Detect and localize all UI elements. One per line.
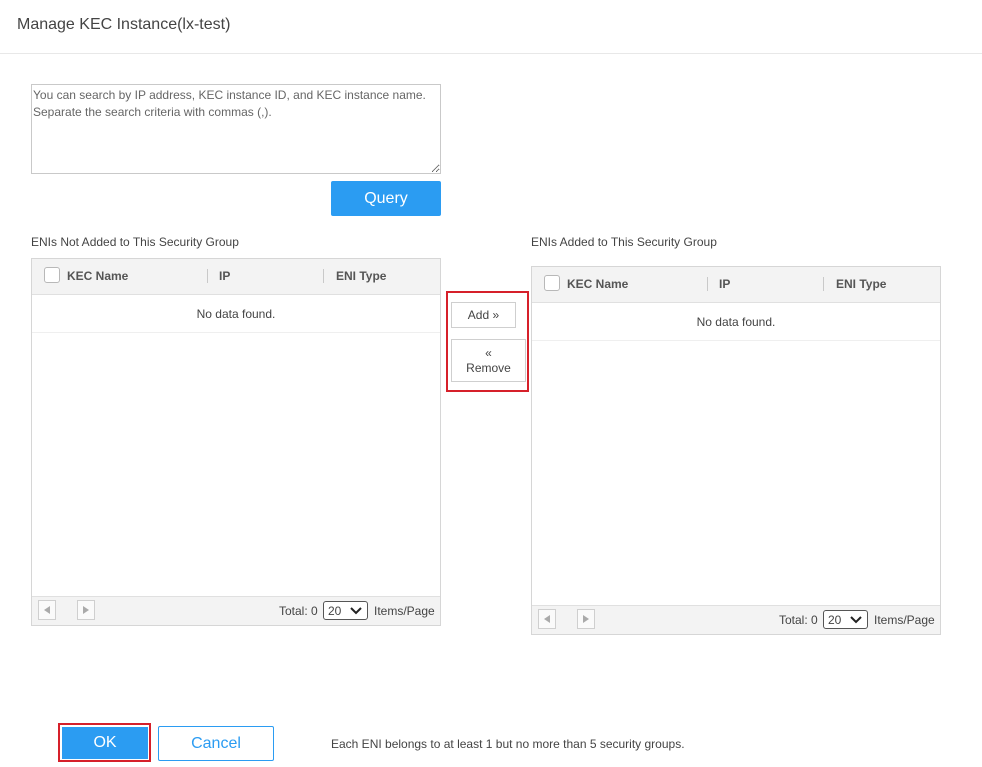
column-separator [823,277,824,291]
right-eni-table: KEC Name IP ENI Type No data found. Tota… [531,266,941,635]
add-button[interactable]: Add » [451,302,516,328]
remove-button[interactable]: « Remove [451,339,526,382]
column-separator [707,277,708,291]
column-ip[interactable]: IP [219,269,230,283]
triangle-right-icon [83,606,89,614]
chevron-down-icon [350,607,362,615]
query-button[interactable]: Query [331,181,441,216]
items-per-page-label: Items/Page [874,613,935,627]
column-separator [207,269,208,283]
search-input[interactable] [31,84,441,174]
dialog-title: Manage KEC Instance(lx-test) [17,16,231,33]
page-size-value: 20 [328,603,342,618]
total-count: Total: 0 [779,613,818,627]
column-eni-type[interactable]: ENI Type [836,277,886,291]
next-page-button[interactable] [77,600,95,620]
table-header: KEC Name IP ENI Type [32,259,440,295]
column-ip[interactable]: IP [719,277,730,291]
select-all-checkbox[interactable] [544,275,560,291]
select-all-checkbox[interactable] [44,267,60,283]
left-panel-label: ENIs Not Added to This Security Group [31,235,239,249]
total-count: Total: 0 [279,604,318,618]
items-per-page-label: Items/Page [374,604,435,618]
add-label: Add [467,308,490,322]
prev-page-button[interactable] [38,600,56,620]
table-header: KEC Name IP ENI Type [532,267,940,303]
cancel-button[interactable]: Cancel [158,726,274,761]
double-chevron-right-icon: » [492,308,500,322]
security-group-note: Each ENI belongs to at least 1 but no mo… [331,737,685,751]
right-panel-label: ENIs Added to This Security Group [531,235,717,249]
triangle-left-icon [544,615,550,623]
column-kec-name[interactable]: KEC Name [67,269,128,283]
ok-button[interactable]: OK [62,727,148,759]
page-size-value: 20 [828,612,842,627]
double-chevron-left-icon: « [485,345,492,360]
page-size-select[interactable]: 20 [823,610,868,629]
empty-state: No data found. [532,303,940,341]
page-size-select[interactable]: 20 [323,601,368,620]
chevron-down-icon [850,616,862,624]
triangle-right-icon [583,615,589,623]
empty-state: No data found. [32,295,440,333]
next-page-button[interactable] [577,609,595,629]
pagination-bar: Total: 0 20 Items/Page [32,596,440,625]
title-divider [0,53,982,54]
triangle-left-icon [44,606,50,614]
column-eni-type[interactable]: ENI Type [336,269,386,283]
pagination-bar: Total: 0 20 Items/Page [532,605,940,634]
column-separator [323,269,324,283]
left-eni-table: KEC Name IP ENI Type No data found. Tota… [31,258,441,626]
prev-page-button[interactable] [538,609,556,629]
column-kec-name[interactable]: KEC Name [567,277,628,291]
remove-label: Remove [466,360,511,375]
